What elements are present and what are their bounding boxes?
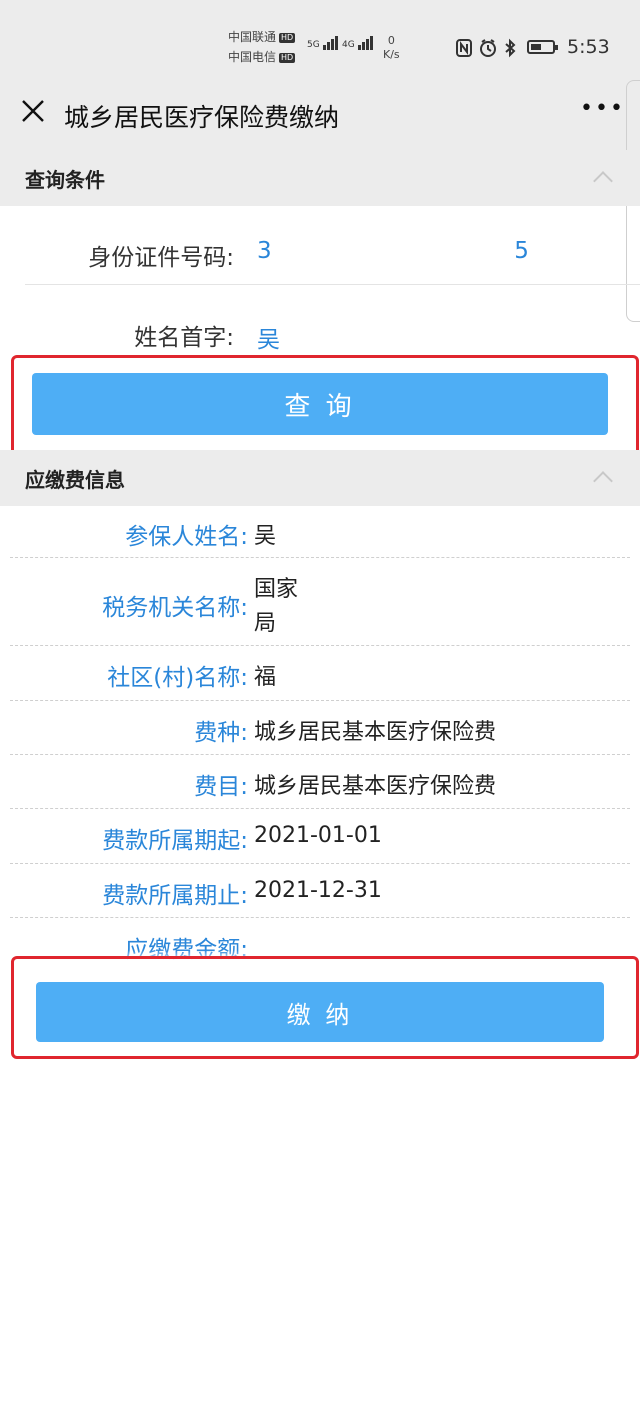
carrier-1-label: 中国联通 bbox=[228, 30, 277, 44]
pay-button[interactable]: 缴 纳 bbox=[36, 982, 604, 1042]
name-initial-field[interactable]: 吴 bbox=[257, 320, 280, 354]
fee-item-label: 费目: bbox=[194, 774, 248, 800]
carrier-2-label: 中国电信 bbox=[228, 50, 277, 64]
fee-type-label: 费种: bbox=[194, 720, 248, 746]
info-row-tax-office: 税务机关名称: 国家 局 bbox=[10, 558, 630, 646]
fee-item-value: 城乡居民基本医疗保险费 bbox=[254, 774, 497, 799]
signal-5g-icon: 5G bbox=[307, 36, 339, 50]
community-label: 社区(村)名称: bbox=[107, 665, 248, 691]
network-speed: 0 K/s bbox=[383, 34, 400, 62]
tax-office-label: 税务机关名称: bbox=[102, 595, 248, 621]
signal-4g-icon: 4G bbox=[342, 36, 374, 50]
status-bar: 中国联通 HD 中国电信 HD 5G 4G 0 K/s 5:53 bbox=[0, 0, 640, 92]
query-button[interactable]: 查 询 bbox=[32, 373, 608, 435]
close-icon[interactable] bbox=[20, 98, 46, 124]
name-initial-label: 姓名首字: bbox=[134, 325, 234, 351]
carrier-2: 中国电信 HD bbox=[228, 50, 296, 64]
info-section-title: 应缴费信息 bbox=[25, 468, 125, 492]
query-section-title: 查询条件 bbox=[25, 168, 105, 192]
battery-icon bbox=[527, 40, 558, 54]
name-initial-row: 姓名首字: 吴 bbox=[0, 285, 640, 365]
period-start-value: 2021-01-01 bbox=[254, 823, 382, 848]
id-number-row: 身份证件号码: 3 5 bbox=[0, 206, 640, 284]
hd-badge: HD bbox=[279, 33, 296, 43]
period-end-label: 费款所属期止: bbox=[102, 883, 248, 909]
net-type-1: 5G bbox=[307, 40, 320, 50]
info-row-community: 社区(村)名称: 福 bbox=[10, 646, 630, 700]
id-number-label: 身份证件号码: bbox=[88, 245, 234, 271]
tax-office-value-line1: 国家 bbox=[254, 577, 299, 602]
nav-bar: 城乡居民医疗保险费缴纳 ••• bbox=[0, 92, 640, 150]
id-number-field[interactable]: 3 5 bbox=[257, 238, 529, 264]
info-section-header[interactable]: 应缴费信息 bbox=[0, 450, 640, 506]
insured-name-label: 参保人姓名: bbox=[125, 524, 248, 550]
clock: 5:53 bbox=[567, 36, 610, 58]
community-value: 福 bbox=[254, 665, 277, 690]
id-number-value-end: 5 bbox=[514, 238, 529, 264]
hd-badge: HD bbox=[279, 53, 296, 63]
system-icons bbox=[456, 38, 526, 63]
info-row-fee-type: 费种: 城乡居民基本医疗保险费 bbox=[10, 701, 630, 755]
insured-name-value: 吴 bbox=[254, 524, 277, 549]
tax-office-value-line2: 局 bbox=[254, 611, 277, 636]
info-row-period-start: 费款所属期起: 2021-01-01 bbox=[10, 809, 630, 863]
more-icon[interactable]: ••• bbox=[580, 96, 625, 121]
id-number-value-start: 3 bbox=[257, 238, 272, 264]
period-end-value: 2021-12-31 bbox=[254, 878, 382, 903]
info-row-period-end: 费款所属期止: 2021-12-31 bbox=[10, 864, 630, 918]
period-start-label: 费款所属期起: bbox=[102, 828, 248, 854]
speed-unit: K/s bbox=[383, 48, 400, 61]
page: 中国联通 HD 中国电信 HD 5G 4G 0 K/s 5:53 城乡居民医疗保… bbox=[0, 0, 640, 1408]
query-section-header[interactable]: 查询条件 bbox=[0, 150, 640, 206]
chevron-up-icon[interactable] bbox=[593, 171, 613, 191]
carrier-1: 中国联通 HD bbox=[228, 30, 296, 44]
nfc-alarm-bluetooth-icons bbox=[456, 38, 516, 58]
info-row-fee-item: 费目: 城乡居民基本医疗保险费 bbox=[10, 755, 630, 809]
speed-value: 0 bbox=[387, 34, 395, 47]
info-row-insured-name: 参保人姓名: 吴 bbox=[10, 506, 630, 558]
fee-type-value: 城乡居民基本医疗保险费 bbox=[254, 720, 497, 745]
net-type-2: 4G bbox=[342, 40, 355, 50]
chevron-up-icon[interactable] bbox=[593, 471, 613, 491]
page-title: 城乡居民医疗保险费缴纳 bbox=[64, 103, 340, 132]
